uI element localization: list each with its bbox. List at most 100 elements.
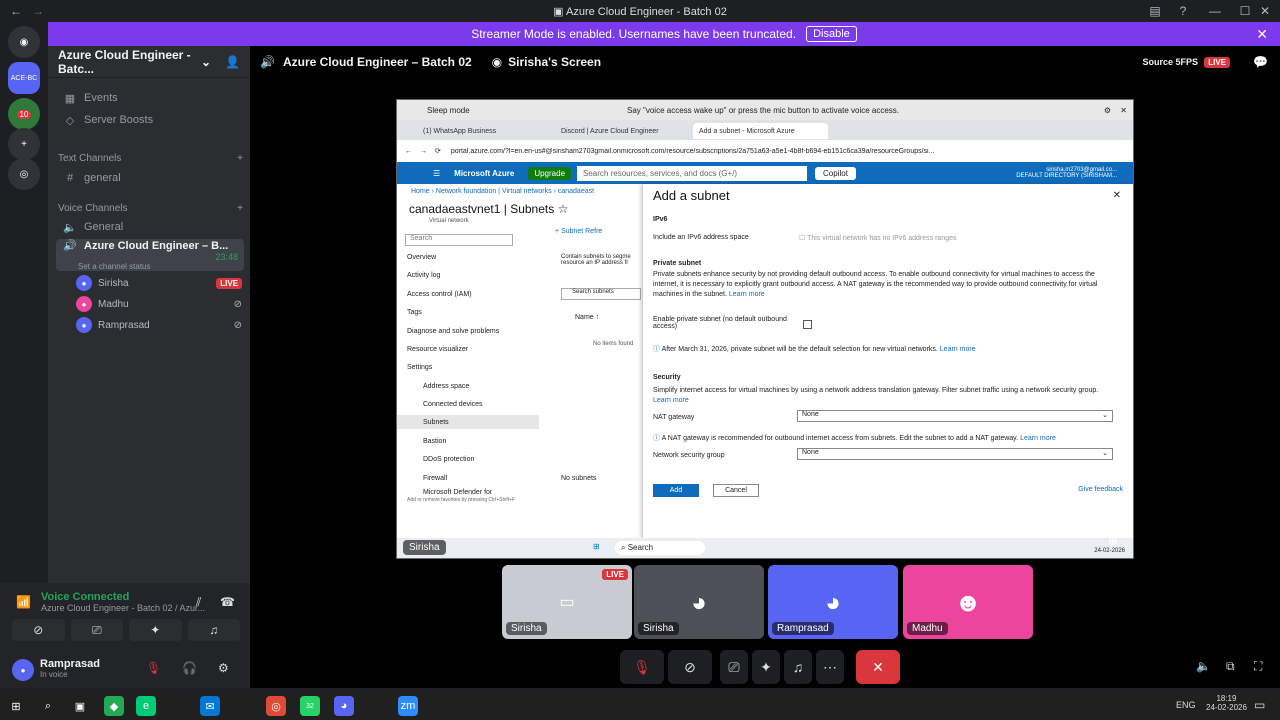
disconnect-icon[interactable]: ☎ — [220, 595, 235, 609]
more-options-button[interactable]: ⋯ — [816, 650, 844, 684]
user-info[interactable]: Ramprasad In voice — [40, 658, 100, 679]
camera-toggle-button[interactable]: ⊘ — [668, 650, 712, 684]
cancel-button[interactable]: Cancel — [713, 484, 759, 497]
member-madhu[interactable]: ● Madhu ⊘ — [76, 294, 242, 314]
search-icon[interactable]: ⌕ — [38, 696, 58, 716]
add-button[interactable]: Add — [653, 484, 699, 497]
ipv6-checkbox[interactable]: ☐ This virtual network has no IPv6 addre… — [799, 234, 957, 242]
channel-general-voice[interactable]: 🔈 General — [56, 216, 244, 238]
tile-sirisha[interactable]: ◕ Sirisha — [634, 565, 764, 639]
add-channel-icon[interactable]: + — [237, 153, 243, 164]
outlook-icon[interactable]: ✉ — [200, 696, 220, 716]
server-green-icon[interactable]: 10 — [8, 98, 40, 130]
channel-active-voice[interactable]: 🔊 Azure Cloud Engineer – B... 23:48 Set a … — [56, 239, 244, 271]
explore-icon[interactable]: ◎ — [8, 158, 40, 190]
taskbar-search[interactable]: ⌕ Search — [615, 541, 705, 555]
add-member-icon[interactable]: 👤 — [225, 55, 240, 69]
account-info[interactable]: sirisha.m2703@gmail.co... DEFAULT DIRECTO… — [1016, 167, 1117, 179]
back-icon[interactable]: ← — [405, 148, 412, 155]
nav-ddos[interactable]: DDoS protection — [423, 452, 474, 466]
discord-home-icon[interactable]: ◉ — [8, 26, 40, 58]
subnet-search-input[interactable]: Search subnets — [561, 288, 641, 300]
mic-toggle-button[interactable]: 🎙 — [620, 650, 664, 684]
popout-icon[interactable]: ⧉ — [1226, 659, 1235, 674]
chrome-icon[interactable]: ◎ — [266, 696, 286, 716]
zoom-app-icon[interactable]: zm — [398, 696, 418, 716]
close-window-button[interactable]: ✕ — [1250, 0, 1280, 22]
discord-taskbar-icon[interactable]: ◕ — [334, 696, 354, 716]
task-view-icon[interactable]: ▣ — [70, 696, 90, 716]
text-channels-category[interactable]: Text Channels + — [58, 153, 243, 164]
soundboard-button[interactable]: ♫ — [784, 650, 812, 684]
server-ace-icon[interactable]: ACE-BC — [8, 62, 40, 94]
zoom-icon[interactable]: ⊕ — [1108, 534, 1118, 548]
mic-muted-icon[interactable]: 🎙 — [146, 661, 161, 675]
nav-settings[interactable]: Settings — [407, 360, 432, 374]
inbox-icon[interactable]: ▤ — [1140, 0, 1170, 22]
add-subnet-button[interactable]: + Subnet Refre — [555, 228, 602, 235]
noise-suppression-icon[interactable]: ⫽ — [196, 595, 201, 610]
nav-bastion[interactable]: Bastion — [423, 434, 446, 448]
fullscreen-icon[interactable]: ⛶ — [1254, 659, 1262, 674]
server-header[interactable]: Azure Cloud Engineer - Batc... ⌄ 👤 — [48, 46, 250, 78]
nsg-select[interactable]: None ⌄ — [797, 448, 1113, 460]
settings-gear-icon[interactable]: ⚙ — [218, 661, 229, 675]
copilot-icon[interactable]: ◆ — [104, 696, 124, 716]
close-panel-icon[interactable]: ✕ — [1113, 190, 1121, 201]
add-voice-channel-icon[interactable]: + — [237, 203, 243, 214]
tile-sirisha-stream[interactable]: ▭ LIVE Sirisha — [502, 565, 632, 639]
reload-icon[interactable]: ⟳ — [435, 147, 441, 155]
volume-icon[interactable]: 🔈 — [1196, 659, 1211, 673]
gear-icon[interactable]: ⚙ — [1104, 106, 1111, 115]
tab-azure[interactable]: Add a subnet - Microsoft Azure — [693, 123, 828, 139]
nav-connected-devices[interactable]: Connected devices — [423, 397, 483, 411]
nav-defender[interactable]: Microsoft Defender for — [423, 487, 492, 497]
tab-whatsapp[interactable]: (1) WhatsApp Business — [417, 123, 547, 139]
edge-icon[interactable]: e — [136, 696, 156, 716]
copilot-button[interactable]: Copilot — [815, 166, 856, 180]
whatsapp-icon[interactable]: 32 — [300, 696, 320, 716]
nav-iam[interactable]: Access control (IAM) — [407, 287, 472, 301]
star-icon[interactable]: ☆ — [558, 202, 569, 216]
events-item[interactable]: ▦ Events — [56, 87, 244, 109]
voice-channels-category[interactable]: Voice Channels + — [58, 203, 243, 214]
breadcrumb[interactable]: Home › Network foundation | Virtual netw… — [411, 188, 594, 195]
tile-madhu[interactable]: ☻ Madhu — [903, 565, 1033, 639]
nav-activity-log[interactable]: Activity log — [407, 268, 440, 282]
member-ramprasad[interactable]: ● Ramprasad ⊘ — [76, 315, 242, 335]
channel-general-text[interactable]: # general — [56, 167, 244, 189]
forward-icon[interactable]: → — [420, 148, 427, 155]
activities-button[interactable]: ✦ — [752, 650, 780, 684]
close-icon[interactable]: ✕ — [1120, 106, 1127, 115]
private-subnet-checkbox[interactable] — [803, 320, 812, 329]
chat-bubble-icon[interactable]: 💬 — [1253, 55, 1268, 69]
clock[interactable]: 18:19 24-02-2026 — [1206, 694, 1247, 712]
shared-screen[interactable]: Sleep mode Say "voice access wake up" or… — [396, 99, 1134, 559]
menu-icon[interactable]: ☰ — [433, 169, 440, 178]
soundboard-button[interactable]: ♫ — [187, 619, 240, 641]
headset-icon[interactable]: 🎧 — [182, 661, 197, 675]
nav-tags[interactable]: Tags — [407, 305, 422, 319]
member-sirisha[interactable]: ● Sirisha LIVE — [76, 273, 242, 293]
activities-button[interactable]: ✦ — [129, 619, 182, 641]
language-indicator[interactable]: ENG — [1176, 700, 1196, 710]
address-bar[interactable]: ← → ⟳ portal.azure.com/?l=en.en-us#@sirish… — [397, 140, 1133, 162]
tab-discord[interactable]: Discord | Azure Cloud Engineer — [555, 123, 685, 139]
close-banner-icon[interactable]: ✕ — [1256, 26, 1268, 43]
nav-firewall[interactable]: Firewall — [423, 471, 447, 485]
feedback-link[interactable]: Give feedback — [1078, 486, 1123, 493]
windows-start-icon[interactable]: ⊞ — [593, 542, 600, 551]
start-icon[interactable]: ⊞ — [6, 696, 26, 716]
notification-icon[interactable]: ▭ — [1254, 698, 1265, 712]
nav-overview[interactable]: Overview — [407, 250, 436, 264]
tile-ramprasad[interactable]: ◕ Ramprasad — [768, 565, 898, 639]
disable-streamer-button[interactable]: Disable — [806, 26, 857, 42]
menu-search-input[interactable]: Search — [405, 234, 513, 246]
share-screen-button[interactable]: ⎚ — [720, 650, 748, 684]
help-icon[interactable]: ? — [1168, 0, 1198, 22]
share-screen-button[interactable]: ⎚ — [70, 619, 123, 641]
nav-address-space[interactable]: Address space — [423, 379, 469, 393]
col-name-header[interactable]: Name ↑ — [575, 314, 599, 321]
user-avatar[interactable]: ● — [12, 659, 34, 681]
upgrade-button[interactable]: Upgrade — [528, 166, 572, 180]
